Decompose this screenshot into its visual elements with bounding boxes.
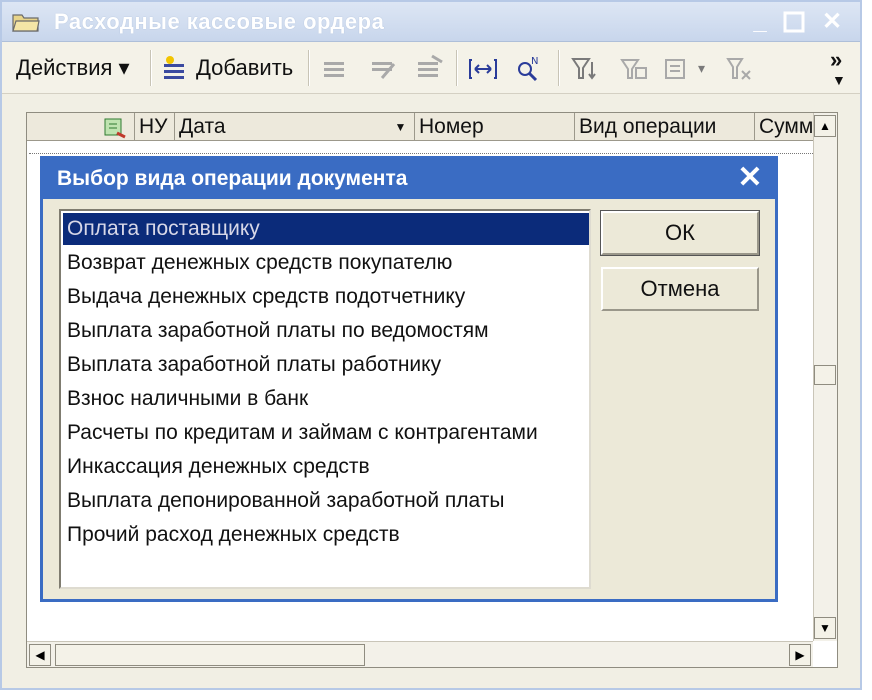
interval-icon[interactable] — [468, 54, 498, 84]
column-header-operation-type[interactable]: Вид операции — [575, 113, 755, 141]
ok-button[interactable]: ОК — [600, 210, 760, 256]
filter-history-icon[interactable] — [662, 54, 692, 84]
list-item[interactable]: Выдача денежных средств подотчетнику — [63, 281, 589, 313]
maximize-button[interactable] — [780, 8, 808, 36]
vertical-scrollbar[interactable]: ▲ ▼ — [813, 113, 837, 641]
column-header-date[interactable]: Дата — [175, 113, 415, 141]
chevron-down-icon[interactable]: ▼ — [832, 64, 846, 96]
operation-type-dialog: Выбор вида операции документа ✕ Оплата п… — [40, 156, 778, 602]
list-item[interactable]: Возврат денежных средств покупателю — [63, 247, 589, 279]
window-titlebar[interactable]: Расходные кассовые ордера _ ✕ — [2, 2, 860, 42]
list-item[interactable]: Инкассация денежных средств — [63, 451, 589, 483]
focused-row-outline — [29, 153, 813, 154]
search-icon[interactable]: N — [514, 54, 544, 84]
document-icon — [95, 113, 135, 141]
chevron-down-icon[interactable]: ▾ — [698, 52, 705, 84]
column-header-nu[interactable]: НУ — [135, 113, 175, 141]
cancel-button[interactable]: Отмена — [601, 267, 759, 311]
clear-filter-icon[interactable] — [724, 54, 754, 84]
column-header-sum[interactable]: Сумм — [755, 113, 815, 141]
dialog-title: Выбор вида операции документа — [57, 167, 408, 190]
list-item[interactable]: Выплата заработной платы работнику — [63, 349, 589, 381]
copy-icon[interactable] — [320, 54, 350, 84]
table-header: НУ Дата ▼ Номер Вид операции Сумм — [27, 113, 813, 141]
toolbar-separator — [150, 50, 152, 86]
list-item[interactable]: Выплата депонированной заработной платы — [63, 485, 589, 517]
dialog-titlebar[interactable]: Выбор вида операции документа ✕ — [43, 159, 775, 199]
toolbar-separator — [308, 50, 310, 86]
window-title: Расходные кассовые ордера — [54, 9, 385, 34]
operation-type-list[interactable]: Оплата поставщику Возврат денежных средс… — [59, 209, 591, 589]
header-spacer — [27, 113, 95, 141]
scroll-right-button[interactable]: ▶ — [789, 644, 811, 666]
column-header-number[interactable]: Номер — [415, 113, 575, 141]
add-icon — [160, 54, 190, 84]
sort-arrow-icon[interactable]: ▼ — [387, 113, 415, 141]
horizontal-scroll-thumb[interactable] — [55, 644, 365, 666]
filter-icon[interactable] — [570, 54, 600, 84]
list-item[interactable]: Прочий расход денежных средств — [63, 519, 589, 551]
list-item[interactable]: Расчеты по кредитам и займам с контраген… — [63, 417, 589, 449]
folder-icon — [12, 11, 40, 33]
dialog-close-button[interactable]: ✕ — [735, 163, 765, 193]
edit-icon[interactable] — [368, 54, 398, 84]
add-button[interactable]: Добавить — [196, 52, 293, 84]
svg-text:N: N — [531, 56, 538, 67]
scroll-up-button[interactable]: ▲ — [814, 115, 836, 137]
close-button[interactable]: ✕ — [818, 8, 846, 36]
scroll-left-button[interactable]: ◀ — [29, 644, 51, 666]
minimize-button[interactable]: _ — [746, 8, 774, 36]
scroll-thumb[interactable] — [814, 365, 836, 385]
filter-list-icon[interactable] — [618, 54, 648, 84]
toolbar-separator — [456, 50, 458, 86]
actions-menu-button[interactable]: Действия ▾ — [16, 52, 130, 84]
list-item[interactable]: Оплата поставщику — [63, 213, 589, 245]
delete-icon[interactable] — [414, 54, 444, 84]
toolbar-separator — [558, 50, 560, 86]
scroll-down-button[interactable]: ▼ — [814, 617, 836, 639]
horizontal-scrollbar[interactable]: ◀ ▶ — [27, 641, 813, 667]
toolbar: Действия ▾ Добавить N ▾ » ▼ — [2, 42, 860, 94]
list-item[interactable]: Выплата заработной платы по ведомостям — [63, 315, 589, 347]
list-item[interactable]: Взнос наличными в банк — [63, 383, 589, 415]
